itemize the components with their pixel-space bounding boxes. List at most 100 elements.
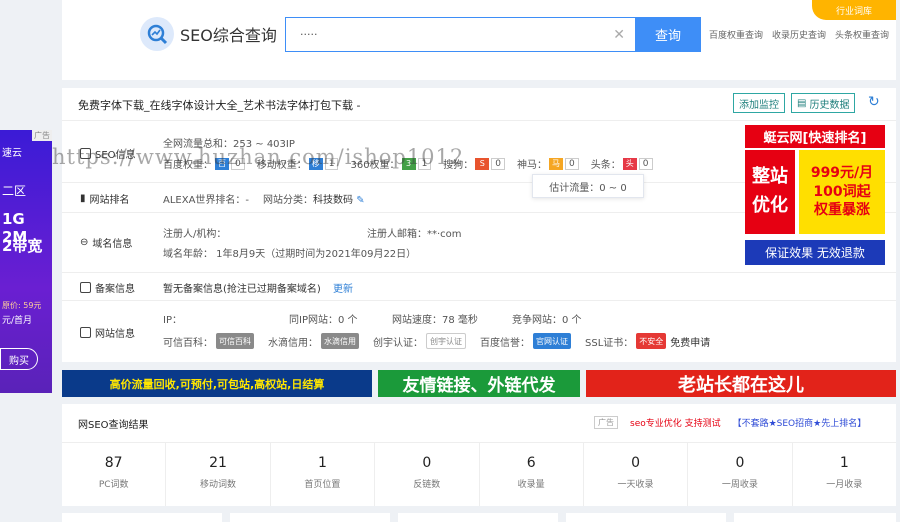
next-card: [230, 513, 390, 522]
stat-indexed[interactable]: 6 收录量: [480, 443, 584, 506]
seo-results-card: 网SEO查询结果 广告 seo专业优化 支持测试 【不套路★SEO招商★先上排名…: [62, 404, 896, 506]
refresh-icon[interactable]: ↻: [868, 94, 880, 110]
next-card: [566, 513, 726, 522]
credit-chuangyu[interactable]: 创宇认证： 创宇认证: [373, 333, 466, 349]
search-input-value: ·····: [300, 28, 318, 41]
seo-optimize-link[interactable]: seo专业优化 支持测试: [630, 416, 721, 429]
left-ad-line: 速云: [2, 148, 22, 159]
ssl-cert[interactable]: SSL证书： 不安全 免费申请: [585, 333, 710, 349]
results-stats: 87 PC词数 21 移动词数 1 首页位置 0 反链数 6 收录量 0 一天收录 0 一周收…: [62, 442, 896, 506]
baidu-official-badge: 官网认证: [533, 333, 571, 349]
right-ad-footer: 保证效果 无效退款: [745, 240, 885, 265]
banner-webmasters[interactable]: 老站长都在这儿: [586, 370, 896, 397]
ad-tag: 广告: [32, 130, 52, 141]
server-icon: [80, 327, 91, 338]
search-header: SEO综合查询 ····· ✕ 查询 百度权重查询 收录历史查询 头条权重查询 …: [62, 0, 896, 80]
left-ad-line: 元/首月: [2, 316, 33, 326]
stat-week-indexed[interactable]: 0 一周收录: [688, 443, 793, 506]
ssl-free-apply-link[interactable]: 免费申请: [670, 334, 710, 349]
toutiao-weight-icon: 头: [622, 157, 637, 170]
rank-label: ▮ 网站排名: [80, 191, 130, 206]
credit-list: 可信百科： 可信百科 水滴信用： 水滴信用 创宇认证： 创宇认证 百度信誉： 官网认证 …: [163, 333, 710, 349]
left-ad-line: 二区: [2, 184, 27, 198]
icp-label-text: 备案信息: [95, 284, 135, 295]
seo-promo-link[interactable]: 【不套路★SEO招商★先上排名】: [733, 416, 867, 429]
right-ad-banner[interactable]: 蜓云网[快速排名] 整站 优化 999元/月 100词起 权重暴涨 保证效果 无…: [745, 125, 885, 265]
history-data-button[interactable]: ▤ 历史数据: [791, 93, 856, 113]
watermark-text: https://www.huzhan.com/ishop1012: [52, 145, 465, 169]
seo-logo-icon: [140, 17, 174, 51]
site-info-card: 免费字体下载_在线字体设计大全_艺术书法字体打包下载 - 添加监控 ▤ 历史数据…: [62, 88, 896, 362]
left-ad-banner[interactable]: 广告 速云 二区 1G 2M 2带宽 原价: 59元 元/首月 购买: [0, 130, 52, 393]
credit-kexin[interactable]: 可信百科： 可信百科: [163, 333, 254, 349]
top-links: 百度权重查询 收录历史查询 头条权重查询: [709, 28, 889, 41]
icp-row: 备案信息 暂无备案信息(抢注已过期备案域名) 更新: [62, 272, 896, 300]
site-info-label-text: 网站信息: [95, 329, 135, 340]
shuidi-badge: 水滴信用: [321, 333, 359, 349]
weight-shenma[interactable]: 神马：马 0: [517, 156, 579, 171]
site-info-label: 网站信息: [80, 325, 135, 340]
chuangyu-badge: 创宇认证: [426, 333, 466, 349]
site-ip: IP：: [163, 315, 182, 326]
link-toutiao-weight[interactable]: 头条权重查询: [835, 28, 889, 41]
history-data-label: 历史数据: [809, 99, 850, 111]
credit-baidu[interactable]: 百度信誉： 官网认证: [480, 333, 571, 349]
add-monitor-button[interactable]: 添加监控: [733, 93, 785, 113]
rank-label-text: 网站排名: [89, 195, 130, 206]
left-ad-line: 2带宽: [2, 237, 43, 255]
sogou-weight-icon: S: [475, 157, 490, 170]
stat-home-position[interactable]: 1 首页位置: [271, 443, 376, 506]
stat-mobile-words[interactable]: 21 移动词数: [166, 443, 271, 506]
next-card: [398, 513, 558, 522]
right-ad-body: 整站 优化 999元/月 100词起 权重暴涨: [745, 150, 885, 234]
search-input[interactable]: ····· ✕: [285, 17, 635, 52]
banner-friend-links[interactable]: 友情链接、外链代发: [378, 370, 580, 397]
icp-label: 备案信息: [80, 280, 135, 295]
credit-shuidi[interactable]: 水滴信用： 水滴信用: [268, 333, 359, 349]
results-ad-links: 广告 seo专业优化 支持测试 【不套路★SEO招商★先上排名】: [594, 416, 866, 429]
logo-text: SEO综合查询: [180, 26, 277, 45]
alexa-rank: ALEXA世界排名：-: [163, 195, 250, 206]
weight-toutiao[interactable]: 头条：头 0: [591, 156, 653, 171]
competing-sites[interactable]: 竞争网站：0 个: [512, 311, 582, 326]
results-title: 网SEO查询结果: [78, 420, 149, 431]
domain-label-text: 域名信息: [92, 239, 133, 250]
site-title: 免费字体下载_在线字体设计大全_艺术书法字体打包下载 -: [78, 99, 361, 112]
left-ad-line: 原价: 59元: [2, 301, 42, 310]
search-button[interactable]: 查询: [635, 17, 701, 52]
shenma-weight-icon: 马: [549, 157, 564, 170]
keyword-library-badge[interactable]: 行业词库: [812, 0, 896, 20]
icp-update-link[interactable]: 更新: [333, 280, 353, 295]
traffic-estimate-popup: 估计流量：0 ~ 0: [532, 174, 644, 198]
document-icon: [80, 282, 91, 293]
edit-icon[interactable]: ✎: [356, 195, 364, 206]
domain-age: 域名年龄： 1年8月9天（过期时间为2021年09月22日）: [163, 249, 417, 260]
ad-tag: 广告: [594, 416, 618, 429]
right-ad-left: 整站 优化: [745, 150, 795, 234]
site-category: 网站分类：科技数码 ✎: [263, 195, 365, 206]
registrant: 注册人/机构：: [163, 229, 227, 240]
site-info-row: 网站信息 IP： 同IP网站：0 个 网站速度：78 毫秒 竞争网站：0 个 可…: [62, 300, 896, 362]
banner-traffic-recycle[interactable]: 高价流量回收,可预付,可包站,高权站,日结算: [62, 370, 372, 397]
ssl-insecure-badge: 不安全: [636, 333, 667, 349]
stat-day-indexed[interactable]: 0 一天收录: [584, 443, 689, 506]
history-icon: ▤: [797, 97, 807, 109]
link-baidu-weight[interactable]: 百度权重查询: [709, 28, 763, 41]
kexin-badge: 可信百科: [216, 333, 254, 349]
stat-pc-words[interactable]: 87 PC词数: [62, 443, 167, 506]
site-logo[interactable]: SEO综合查询: [140, 17, 277, 51]
left-ad-buy-button[interactable]: 购买: [0, 348, 38, 370]
bar-chart-icon: ▮: [80, 193, 86, 204]
icp-text: 暂无备案信息(抢注已过期备案域名): [163, 284, 321, 295]
stat-month-indexed[interactable]: 1 一月收录: [793, 443, 896, 506]
next-card: [62, 513, 222, 522]
globe-icon: ⊖: [80, 237, 89, 248]
same-ip-sites[interactable]: 同IP网站：0 个: [289, 311, 358, 326]
clear-icon[interactable]: ✕: [613, 27, 625, 43]
right-ad-title: 蜓云网[快速排名]: [745, 125, 885, 148]
link-history[interactable]: 收录历史查询: [772, 28, 826, 41]
site-speed: 网站速度：78 毫秒: [392, 315, 478, 326]
stat-backlinks[interactable]: 0 反链数: [375, 443, 480, 506]
registrant-email: 注册人邮箱：**·com: [367, 229, 462, 240]
domain-label: ⊖ 域名信息: [80, 235, 132, 250]
